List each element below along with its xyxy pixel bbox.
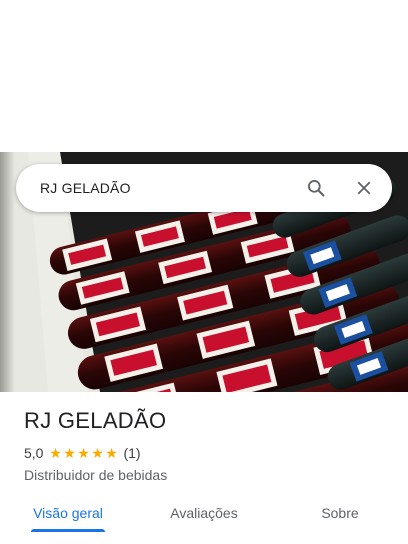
place-category: Distribuidor de bebidas xyxy=(24,467,168,483)
star-icon: ★ xyxy=(91,445,104,461)
tab-about[interactable]: Sobre xyxy=(272,492,408,534)
tab-reviews[interactable]: Avaliações xyxy=(136,492,272,534)
star-icon: ★ xyxy=(77,445,90,461)
place-info: RJ GELADÃO 5,0 ★ ★ ★ ★ ★ (1) Distribuido… xyxy=(24,408,392,483)
review-count[interactable]: (1) xyxy=(123,445,140,461)
tab-overview-label: Visão geral xyxy=(33,505,103,521)
place-tabs: Visão geral Avaliações Sobre xyxy=(0,492,408,544)
rating-value: 5,0 xyxy=(24,445,44,461)
tab-about-label: Sobre xyxy=(321,505,359,521)
star-icon: ★ xyxy=(63,445,76,461)
tab-overview[interactable]: Visão geral xyxy=(0,492,136,534)
map-blank-area xyxy=(0,0,408,152)
rating-stars: ★ ★ ★ ★ ★ xyxy=(48,446,118,460)
rating-row[interactable]: 5,0 ★ ★ ★ ★ ★ (1) xyxy=(24,445,392,461)
search-icon[interactable] xyxy=(292,164,340,212)
tab-reviews-label: Avaliações xyxy=(170,505,238,521)
star-icon: ★ xyxy=(49,445,62,461)
search-query[interactable]: RJ GELADÃO xyxy=(16,180,292,196)
search-bar[interactable]: RJ GELADÃO xyxy=(16,164,392,212)
close-icon[interactable] xyxy=(340,164,388,212)
star-icon: ★ xyxy=(105,445,118,461)
active-tab-indicator xyxy=(31,529,105,532)
place-title: RJ GELADÃO xyxy=(24,408,167,433)
